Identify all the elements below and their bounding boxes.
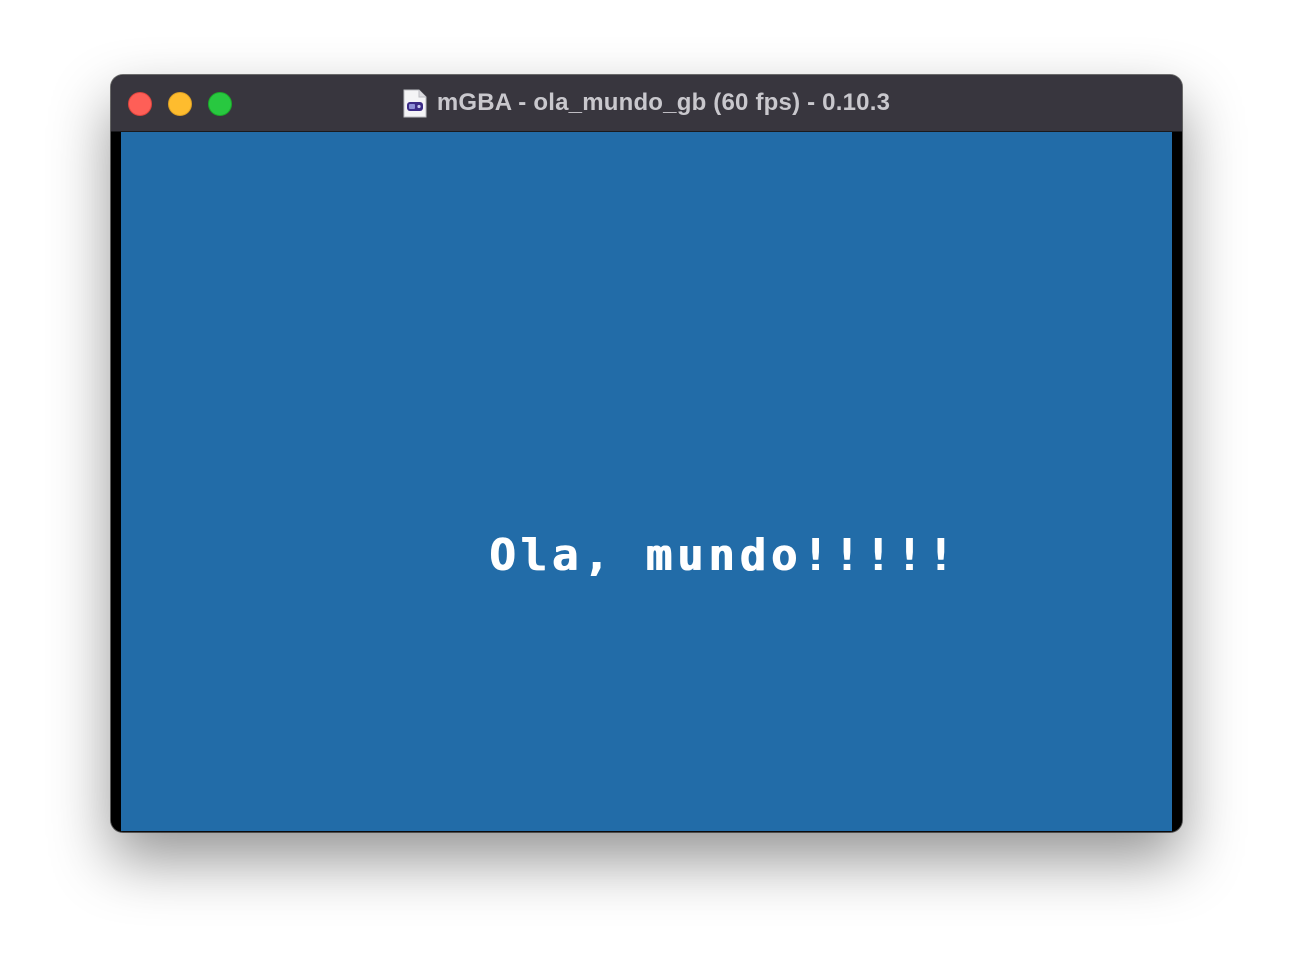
rom-file-icon xyxy=(403,89,427,117)
game-screen[interactable]: Ola, mundo!!!!! xyxy=(121,132,1172,831)
game-message: Ola, mundo!!!!! xyxy=(489,530,959,581)
window-title: mGBA - ola_mundo_gb (60 fps) - 0.10.3 xyxy=(436,89,891,116)
title-bar[interactable]: mGBA - ola_mundo_gb (60 fps) - 0.10.3 xyxy=(111,75,1182,132)
window-title-group: mGBA - ola_mundo_gb (60 fps) - 0.10.3 xyxy=(111,75,1182,131)
letterbox-left xyxy=(111,132,121,832)
letterbox-right xyxy=(1172,132,1182,832)
mgba-window: mGBA - ola_mundo_gb (60 fps) - 0.10.3 Ol… xyxy=(111,75,1182,832)
